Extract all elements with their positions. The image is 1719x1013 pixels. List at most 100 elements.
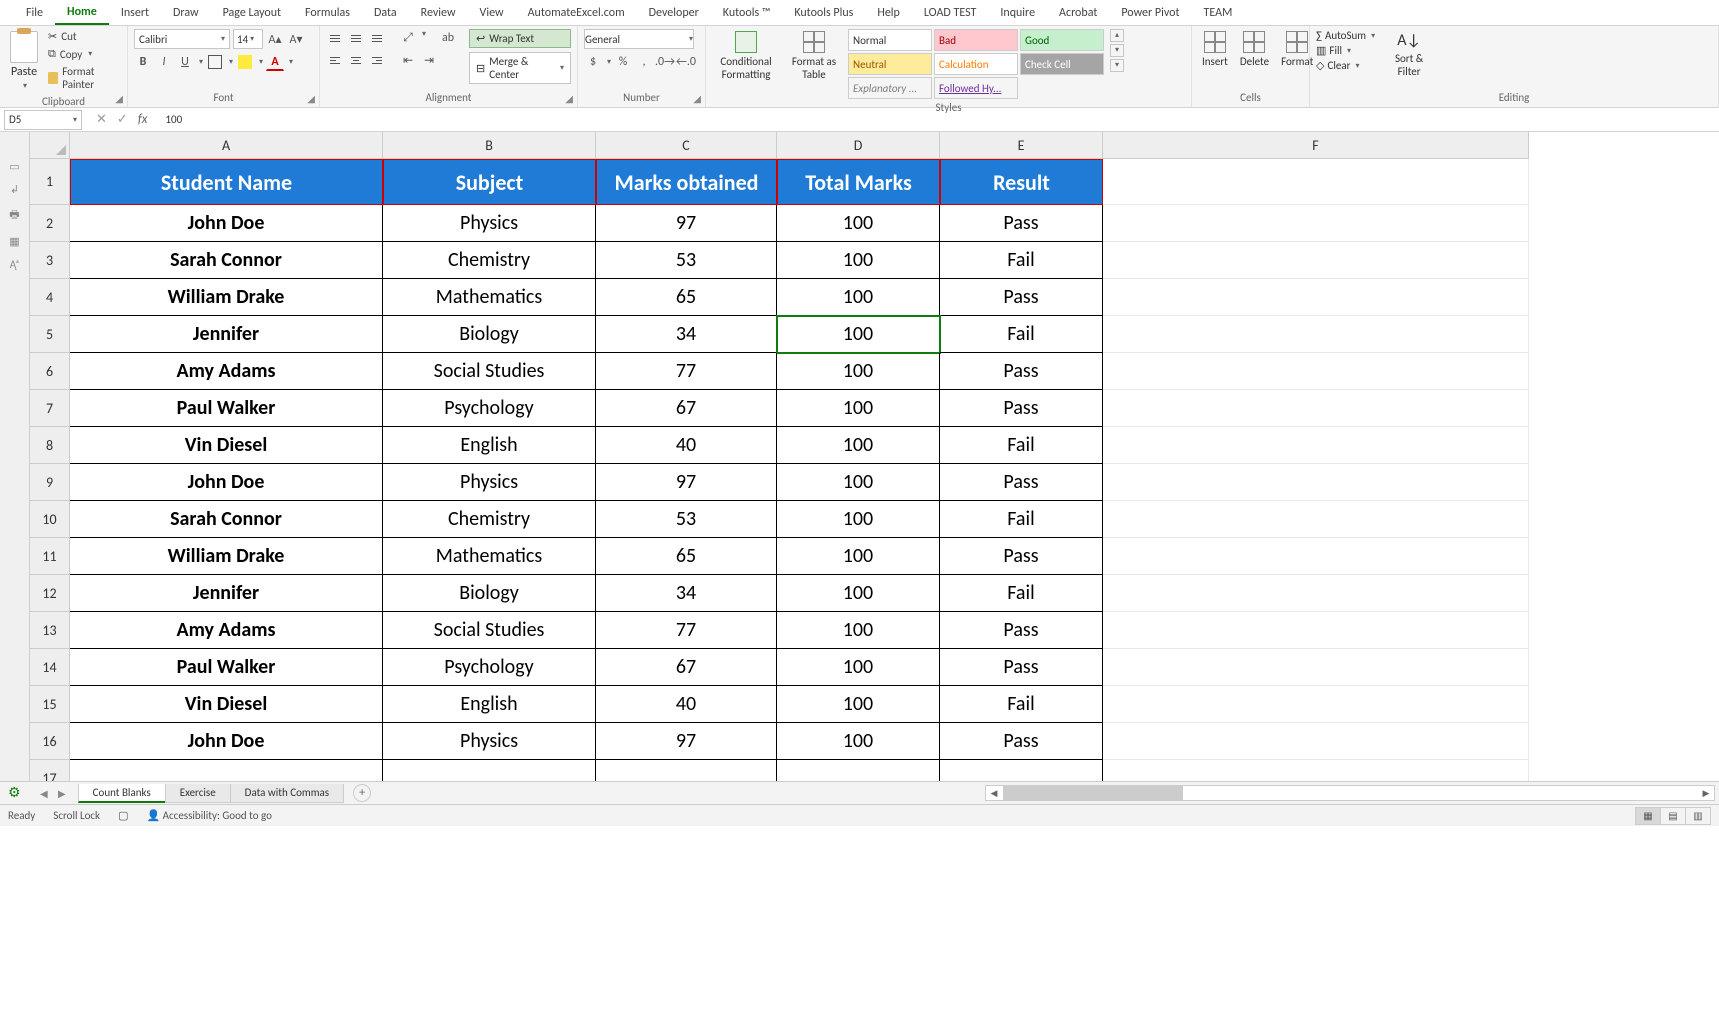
add-sheet-button[interactable]: + — [353, 784, 371, 802]
data-cell[interactable]: 100 — [777, 427, 940, 464]
copy-button[interactable]: ⧉Copy▾ — [46, 46, 121, 62]
data-cell[interactable]: Chemistry — [383, 242, 596, 279]
dialog-launcher-icon[interactable]: ◢ — [565, 92, 573, 105]
header-cell[interactable]: Result — [940, 159, 1103, 205]
data-cell[interactable]: 100 — [777, 686, 940, 723]
data-cell[interactable]: Jennifer — [70, 575, 383, 612]
data-cell[interactable]: 100 — [777, 501, 940, 538]
tab-automateexcel-com[interactable]: AutomateExcel.com — [516, 2, 637, 24]
underline-button[interactable]: U — [176, 53, 194, 71]
header-cell[interactable]: Subject — [383, 159, 596, 205]
conditional-formatting-button[interactable]: Conditional Formatting — [712, 29, 780, 83]
align-middle-button[interactable] — [347, 29, 365, 47]
data-cell[interactable] — [596, 760, 777, 781]
data-cell[interactable]: Sarah Connor — [70, 242, 383, 279]
data-cell[interactable]: John Doe — [70, 205, 383, 242]
data-cell[interactable]: William Drake — [70, 279, 383, 316]
format-as-table-button[interactable]: Format as Table — [784, 29, 844, 83]
dialog-launcher-icon[interactable]: ◢ — [693, 92, 701, 105]
data-cell[interactable]: 34 — [596, 575, 777, 612]
row-header[interactable]: 14 — [30, 649, 70, 686]
percent-button[interactable]: % — [614, 53, 632, 71]
fill-button[interactable]: ▥Fill▾ — [1316, 44, 1375, 57]
align-bottom-button[interactable] — [368, 29, 386, 47]
tab-review[interactable]: Review — [409, 2, 468, 24]
data-cell[interactable]: Physics — [383, 464, 596, 501]
styles-scroll-down[interactable]: ▾ — [1110, 44, 1124, 57]
italic-button[interactable]: I — [155, 53, 173, 71]
column-header-D[interactable]: D — [777, 132, 940, 159]
empty-cell[interactable] — [1103, 723, 1529, 760]
rail-icon[interactable]: 🖶 — [9, 206, 19, 225]
increase-decimal-button[interactable]: .0→ — [656, 53, 674, 71]
data-cell[interactable] — [383, 760, 596, 781]
orientation-button[interactable]: ⤢ — [399, 29, 417, 47]
row-header[interactable]: 6 — [30, 353, 70, 390]
data-cell[interactable]: 100 — [777, 575, 940, 612]
data-cell[interactable]: Mathematics — [383, 538, 596, 575]
align-top-button[interactable] — [326, 29, 344, 47]
data-cell[interactable]: Pass — [940, 612, 1103, 649]
macro-record-icon[interactable]: ▢ — [118, 809, 128, 822]
cell-style-check-cell[interactable]: Check Cell — [1020, 53, 1104, 75]
empty-cell[interactable] — [1103, 279, 1529, 316]
sheet-tab-data-with-commas[interactable]: Data with Commas — [230, 784, 344, 803]
row-header[interactable]: 10 — [30, 501, 70, 538]
row-header[interactable]: 3 — [30, 242, 70, 279]
clear-button[interactable]: ◇Clear▾ — [1316, 59, 1375, 72]
decrease-indent-button[interactable]: ⇤ — [399, 51, 417, 69]
cell-style-good[interactable]: Good — [1020, 29, 1104, 51]
cell-style-normal[interactable]: Normal — [848, 29, 932, 51]
increase-font-button[interactable]: A▴ — [266, 30, 284, 48]
empty-cell[interactable] — [1103, 760, 1529, 781]
rail-icon[interactable]: ▦ — [9, 235, 19, 248]
data-cell[interactable]: Fail — [940, 427, 1103, 464]
data-cell[interactable]: 53 — [596, 242, 777, 279]
data-cell[interactable] — [70, 760, 383, 781]
data-cell[interactable]: 40 — [596, 427, 777, 464]
data-cell[interactable]: Mathematics — [383, 279, 596, 316]
row-header[interactable]: 1 — [30, 159, 70, 205]
data-cell[interactable]: 100 — [777, 723, 940, 760]
data-cell[interactable]: Pass — [940, 205, 1103, 242]
horizontal-scrollbar[interactable]: ◀▶ — [985, 785, 1715, 801]
data-cell[interactable]: Social Studies — [383, 612, 596, 649]
data-cell[interactable]: Vin Diesel — [70, 686, 383, 723]
rail-icon[interactable]: Ąᵃ — [10, 258, 20, 271]
data-cell[interactable]: 100 — [777, 649, 940, 686]
cell-style-neutral[interactable]: Neutral — [848, 53, 932, 75]
data-cell[interactable]: Amy Adams — [70, 353, 383, 390]
tab-view[interactable]: View — [468, 2, 516, 24]
data-cell[interactable]: 100 — [777, 353, 940, 390]
format-painter-button[interactable]: Format Painter — [46, 64, 121, 92]
empty-cell[interactable] — [1103, 353, 1529, 390]
select-all-corner[interactable] — [30, 132, 70, 159]
row-header[interactable]: 13 — [30, 612, 70, 649]
data-cell[interactable]: Jennifer — [70, 316, 383, 353]
row-header[interactable]: 7 — [30, 390, 70, 427]
data-cell[interactable]: John Doe — [70, 464, 383, 501]
data-cell[interactable] — [777, 760, 940, 781]
insert-function-button[interactable]: fx — [138, 112, 148, 127]
rail-icon[interactable]: ↲ — [10, 183, 19, 196]
data-cell[interactable]: 100 — [777, 316, 940, 353]
tab-power-pivot[interactable]: Power Pivot — [1109, 2, 1191, 24]
data-cell[interactable]: English — [383, 686, 596, 723]
data-cell[interactable]: Pass — [940, 279, 1103, 316]
align-right-button[interactable] — [368, 51, 386, 69]
empty-cell[interactable] — [1103, 427, 1529, 464]
data-cell[interactable]: 100 — [777, 242, 940, 279]
sort-filter-button[interactable]: A↓Sort & Filter — [1385, 29, 1433, 80]
data-cell[interactable]: 77 — [596, 612, 777, 649]
data-cell[interactable]: 65 — [596, 538, 777, 575]
data-cell[interactable]: Pass — [940, 538, 1103, 575]
dialog-launcher-icon[interactable]: ◢ — [307, 92, 315, 105]
tab-kutools-[interactable]: Kutools ™ — [711, 2, 783, 24]
name-box[interactable]: D5▾ — [4, 110, 82, 130]
tab-insert[interactable]: Insert — [109, 2, 161, 24]
data-cell[interactable]: Pass — [940, 464, 1103, 501]
empty-cell[interactable] — [1103, 390, 1529, 427]
data-cell[interactable]: 100 — [777, 612, 940, 649]
sheet-tab-exercise[interactable]: Exercise — [165, 784, 231, 803]
empty-cell[interactable] — [1103, 612, 1529, 649]
